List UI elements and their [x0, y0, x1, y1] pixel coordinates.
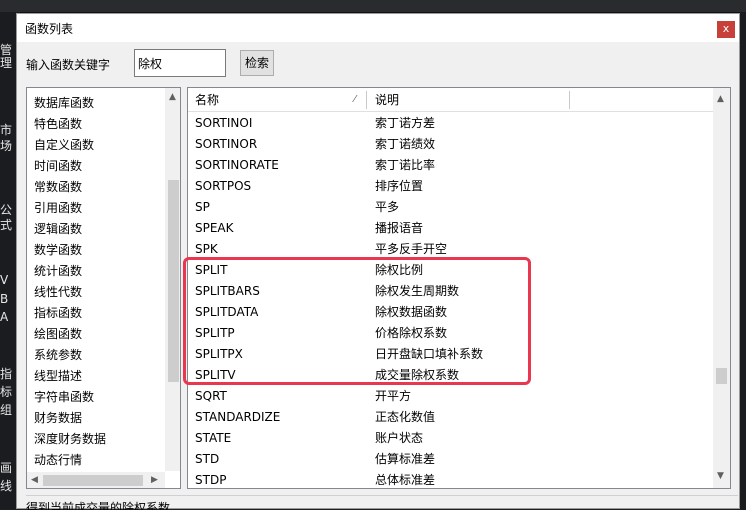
table-row[interactable]: SORTINOI 索丁诺方差: [188, 113, 712, 134]
dialog-titlebar[interactable]: 函数列表 x: [17, 14, 739, 42]
category-item[interactable]: 数学函数: [34, 240, 82, 261]
function-description: 总体标准差: [375, 473, 436, 487]
function-description: 正态化数值: [375, 410, 436, 424]
table-row[interactable]: SORTINOR 索丁诺绩效: [188, 134, 712, 155]
table-row[interactable]: STANDARDIZE 正态化数值: [188, 407, 712, 428]
function-description: 排序位置: [375, 179, 424, 193]
scroll-down-icon[interactable]: ▼: [717, 471, 724, 481]
sort-icon[interactable]: ⁄: [354, 88, 356, 112]
search-button[interactable]: 检索: [240, 50, 274, 76]
function-name: SP: [195, 200, 210, 214]
category-scroll-thumb[interactable]: [168, 180, 179, 382]
category-item[interactable]: 动态行情: [34, 450, 82, 471]
function-name: STANDARDIZE: [195, 410, 281, 424]
table-row[interactable]: SPEAK 播报语音: [188, 218, 712, 239]
function-name: SORTINOR: [195, 137, 258, 151]
function-description: 索丁诺绩效: [375, 137, 436, 151]
dialog-title: 函数列表: [25, 22, 74, 36]
function-name: STATE: [195, 431, 232, 445]
category-item[interactable]: 引用函数: [34, 198, 82, 219]
status-description: 得到当前成交量的除权系数: [26, 495, 738, 510]
category-item[interactable]: 指标函数: [34, 303, 82, 324]
function-name: SORTINOI: [195, 116, 253, 130]
table-vertical-scrollbar[interactable]: ▲ ▼: [713, 88, 730, 488]
function-description: 估算标准差: [375, 452, 436, 466]
table-row[interactable]: SORTPOS 排序位置: [188, 176, 712, 197]
category-item[interactable]: 逻辑函数: [34, 219, 82, 240]
function-description: 索丁诺方差: [375, 116, 436, 130]
function-description: 播报语音: [375, 221, 424, 235]
scroll-up-icon[interactable]: ▲: [717, 94, 724, 104]
function-description: 账户状态: [375, 431, 424, 445]
scroll-left-icon[interactable]: ◀: [31, 475, 38, 485]
category-item[interactable]: 深度财务数据: [34, 429, 106, 450]
function-description: 开平方: [375, 389, 412, 403]
function-name: SQRT: [195, 389, 227, 403]
category-item[interactable]: 线性代数: [34, 282, 82, 303]
keyword-input[interactable]: [134, 49, 226, 77]
category-item[interactable]: 线型描述: [34, 366, 82, 387]
function-name: SPEAK: [195, 221, 234, 235]
category-item[interactable]: 数据库函数: [34, 93, 94, 114]
category-hscroll-thumb[interactable]: [43, 475, 143, 486]
function-name: STDP: [195, 473, 227, 487]
function-name: SORTPOS: [195, 179, 252, 193]
table-row[interactable]: SQRT 开平方: [188, 386, 712, 407]
function-name: SORTINORATE: [195, 158, 279, 172]
app-right-edge: [740, 12, 746, 509]
table-row[interactable]: STATE 账户状态: [188, 428, 712, 449]
function-list-dialog: 函数列表 x 输入函数关键字 检索 数据库函数特色函数自定义函数时间函数常数函数…: [16, 13, 740, 510]
category-item[interactable]: 自定义函数: [34, 135, 94, 156]
column-divider[interactable]: [366, 91, 367, 109]
highlight-annotation: [183, 257, 531, 385]
function-name: STD: [195, 452, 220, 466]
table-row[interactable]: STDP 总体标准差: [188, 470, 712, 488]
column-header-desc[interactable]: 说明: [375, 88, 399, 112]
category-item[interactable]: 常数函数: [34, 177, 82, 198]
category-list[interactable]: 数据库函数 特色函数 自定义函数 时间函数 常数函数 引用函数 逻辑函数 数学函数 统计函数 线性…: [26, 87, 181, 489]
category-item[interactable]: 特色函数: [34, 114, 82, 135]
function-description: 索丁诺比率: [375, 158, 436, 172]
scroll-up-icon[interactable]: ▲: [169, 92, 176, 102]
category-item[interactable]: 时间函数: [34, 156, 82, 177]
keyword-label: 输入函数关键字: [26, 58, 111, 72]
column-header-name[interactable]: 名称: [195, 88, 219, 112]
category-item[interactable]: 统计函数: [34, 261, 82, 282]
table-header: 名称 ⁄ 说明: [188, 88, 713, 112]
category-item[interactable]: 财务数据: [34, 408, 82, 429]
category-item[interactable]: 系统参数: [34, 345, 82, 366]
category-item[interactable]: 绘图函数: [34, 324, 82, 345]
category-horizontal-scrollbar[interactable]: ◀ ▶: [27, 472, 165, 488]
table-row[interactable]: SP 平多: [188, 197, 712, 218]
scroll-right-icon[interactable]: ▶: [151, 475, 158, 485]
app-toolbar: [0, 0, 746, 13]
close-button[interactable]: x: [717, 21, 735, 38]
column-divider[interactable]: [569, 91, 570, 109]
table-row[interactable]: STD 估算标准差: [188, 449, 712, 470]
table-scroll-thumb[interactable]: [716, 368, 727, 384]
table-row[interactable]: SORTINORATE 索丁诺比率: [188, 155, 712, 176]
function-description: 平多: [375, 200, 400, 214]
category-item[interactable]: 字符串函数: [34, 387, 94, 408]
category-vertical-scrollbar[interactable]: ▲: [165, 88, 180, 471]
